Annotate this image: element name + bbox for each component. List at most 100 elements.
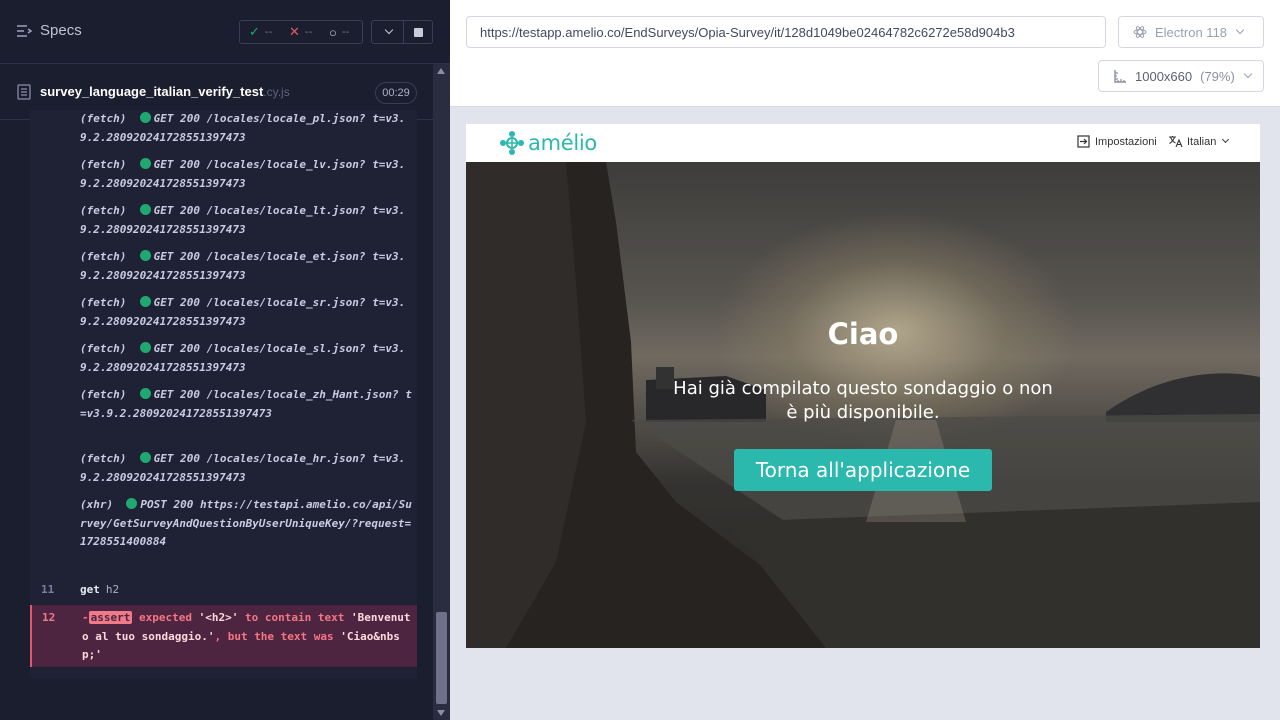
cross-icon: ✕ — [289, 24, 300, 39]
status-dot-icon — [139, 112, 151, 123]
request-path: /locales/locale_sl.json? — [206, 342, 366, 355]
status-dot-icon — [139, 342, 151, 353]
network-log-entry[interactable]: (fetch) GET 200 /locales/locale_lv.json?… — [30, 156, 417, 196]
request-path: /locales/locale_et.json? — [206, 250, 366, 263]
request-status: 200 — [180, 204, 200, 217]
sign-in-icon — [1077, 135, 1090, 148]
ruler-icon — [1114, 70, 1126, 83]
request-type: (fetch) — [80, 250, 127, 263]
request-method: GET — [153, 112, 174, 125]
chevron-down-icon — [1235, 25, 1245, 35]
assert-subject: '<h2>' — [198, 611, 239, 624]
request-type: (xhr) — [80, 498, 114, 511]
request-type: (fetch) — [80, 158, 127, 171]
assert-keyword: assert — [88, 611, 133, 624]
request-method: GET — [153, 388, 174, 401]
assert-text: expected — [132, 611, 199, 624]
passed-count: -- — [264, 26, 273, 38]
network-log-entry[interactable]: (fetch) GET 200 /locales/locale_hr.json?… — [30, 450, 417, 490]
request-status: 200 — [180, 452, 200, 465]
command-number: 11 — [41, 583, 55, 596]
viewport-size: 1000x660 — [1135, 68, 1193, 84]
amelio-logo-icon — [500, 131, 524, 155]
request-type: (fetch) — [80, 204, 127, 217]
status-dot-icon — [139, 452, 151, 463]
request-method: GET — [153, 342, 174, 355]
back-to-app-button[interactable]: Torna all'applicazione — [734, 449, 992, 491]
spec-extension: .cy.js — [263, 85, 290, 99]
request-method: GET — [153, 250, 174, 263]
options-dropdown-button[interactable] — [371, 20, 404, 44]
language-label: Italian — [1187, 135, 1217, 148]
request-status: 200 — [180, 112, 200, 125]
viewport-selector[interactable]: 1000x660 (79%) — [1098, 60, 1264, 92]
logo-text: amélio — [528, 131, 597, 155]
specs-list-icon — [17, 24, 32, 37]
network-log-entry[interactable]: (fetch) GET 200 /locales/locale_lt.json?… — [30, 202, 417, 242]
request-type: (fetch) — [80, 342, 127, 355]
assert-text: , but the text was — [214, 629, 341, 643]
request-path: /locales/locale_lv.json? — [206, 158, 366, 171]
network-log-entry[interactable]: (xhr) POST 200 https://testapi.amelio.co… — [30, 496, 417, 572]
scroll-up-arrow-icon[interactable] — [437, 68, 445, 74]
stop-button[interactable] — [403, 20, 433, 44]
settings-link[interactable]: Impostazioni — [1077, 135, 1157, 148]
request-path: /locales/locale_sr.json? — [206, 296, 366, 309]
assert-text: to contain text — [238, 611, 351, 624]
settings-label: Impostazioni — [1095, 135, 1157, 148]
url-bar[interactable]: https://testapp.amelio.co/EndSurveys/Opi… — [466, 16, 1106, 48]
network-log-entry[interactable]: (fetch) GET 200 /locales/locale_et.json?… — [30, 248, 417, 288]
request-path: /locales/locale_lt.json? — [206, 204, 366, 217]
scroll-down-arrow-icon[interactable] — [437, 710, 445, 716]
request-method: GET — [153, 158, 174, 171]
request-method: GET — [153, 204, 174, 217]
network-log-entry[interactable]: (fetch) GET 200 /locales/locale_sl.json?… — [30, 340, 417, 380]
request-path: /locales/locale_hr.json? — [206, 452, 366, 465]
status-dot-icon — [139, 296, 151, 307]
request-type: (fetch) — [80, 296, 127, 309]
get-command[interactable]: 11 get h2 — [30, 581, 417, 601]
status-dot-icon — [126, 498, 138, 509]
network-log-entry[interactable]: (fetch) GET 200 /locales/locale_pl.json?… — [30, 110, 417, 150]
log-scrollbar[interactable] — [433, 64, 450, 720]
browser-selector[interactable]: Electron 118 — [1118, 16, 1264, 48]
command-name: get — [80, 583, 100, 596]
pending-stat: ○ -- — [320, 25, 360, 40]
request-status: 200 — [180, 158, 200, 171]
chevron-down-icon — [384, 25, 393, 35]
amelio-logo[interactable]: amélio — [499, 130, 597, 156]
request-status: 200 — [180, 296, 200, 309]
status-dot-icon — [139, 158, 151, 169]
failed-stat: ✕ -- — [280, 24, 320, 40]
spec-duration: 00:29 — [375, 82, 417, 104]
scroll-thumb[interactable] — [436, 612, 447, 704]
status-dot-icon — [139, 388, 151, 399]
app-under-test: amélio Impostazioni Italian Ciao Hai già… — [466, 124, 1260, 648]
specs-label: Specs — [40, 22, 82, 39]
specs-button[interactable]: Specs — [16, 22, 82, 39]
hero-title: Ciao — [827, 317, 899, 351]
request-path: /locales/locale_zh_Hant.json? — [206, 388, 399, 401]
assert-error-command[interactable]: 12 - assert expected '<h2>' to contain te… — [30, 605, 417, 667]
passed-stat: ✓ -- — [240, 24, 280, 40]
network-log-entry[interactable]: (fetch) GET 200 /locales/locale_zh_Hant.… — [30, 386, 417, 444]
translate-icon — [1169, 136, 1183, 148]
command-log[interactable]: (fetch) GET 200 /locales/locale_pl.json?… — [30, 110, 417, 678]
request-status: 200 — [180, 342, 200, 355]
hero-section: Ciao Hai già compilato questo sondaggio … — [466, 162, 1260, 648]
pending-count: -- — [341, 26, 350, 38]
command-arg: h2 — [105, 583, 120, 596]
preview-toolbar: https://testapp.amelio.co/EndSurveys/Opi… — [450, 0, 1280, 107]
command-number: 12 — [42, 611, 56, 624]
spec-name-text: survey_language_italian_verify_test — [40, 84, 264, 99]
chevron-down-icon — [1243, 69, 1253, 79]
browser-label: Electron 118 — [1155, 24, 1228, 40]
request-method: GET — [153, 296, 174, 309]
request-status: 200 — [180, 250, 200, 263]
network-log-entry[interactable]: (fetch) GET 200 /locales/locale_sr.json?… — [30, 294, 417, 334]
language-selector[interactable]: Italian — [1168, 135, 1230, 148]
app-header: amélio Impostazioni Italian — [466, 124, 1260, 162]
assert-prefix: - — [82, 611, 89, 624]
viewport-scale: (79%) — [1200, 68, 1235, 84]
status-dot-icon — [139, 204, 151, 215]
